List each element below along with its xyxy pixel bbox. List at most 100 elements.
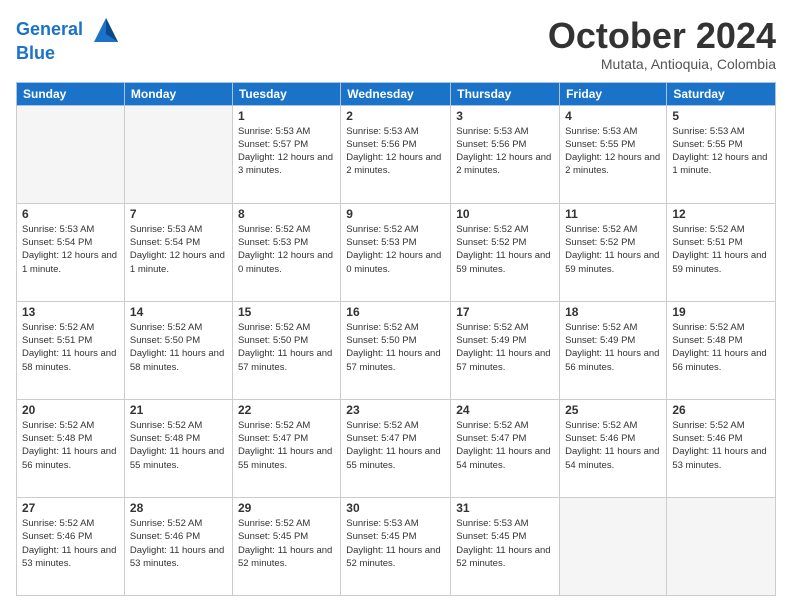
day-info: Sunrise: 5:52 AM Sunset: 5:50 PM Dayligh… [238,321,335,374]
calendar-cell: 31 Sunrise: 5:53 AM Sunset: 5:45 PM Dayli… [451,497,560,595]
col-wednesday: Wednesday [341,82,451,105]
calendar-cell: 19 Sunrise: 5:52 AM Sunset: 5:48 PM Dayli… [667,301,776,399]
day-info: Sunrise: 5:52 AM Sunset: 5:47 PM Dayligh… [238,419,335,472]
calendar-cell: 13Sunrise: 5:52 AM Sunset: 5:51 PM Dayli… [17,301,125,399]
logo: General Blue [16,16,120,64]
day-info: Sunrise: 5:52 AM Sunset: 5:46 PM Dayligh… [22,517,119,570]
day-number: 24 [456,403,554,417]
col-sunday: Sunday [17,82,125,105]
day-number: 30 [346,501,445,515]
day-number: 27 [22,501,119,515]
calendar-cell: 10Sunrise: 5:52 AM Sunset: 5:52 PM Dayli… [451,203,560,301]
day-info: Sunrise: 5:53 AM Sunset: 5:54 PM Dayligh… [130,223,227,276]
calendar-cell: 24 Sunrise: 5:52 AM Sunset: 5:47 PM Dayli… [451,399,560,497]
calendar-cell: 3Sunrise: 5:53 AM Sunset: 5:56 PM Daylig… [451,105,560,203]
day-info: Sunrise: 5:53 AM Sunset: 5:54 PM Dayligh… [22,223,119,276]
calendar-cell: 7 Sunrise: 5:53 AM Sunset: 5:54 PM Daylig… [124,203,232,301]
day-info: Sunrise: 5:52 AM Sunset: 5:52 PM Dayligh… [565,223,661,276]
calendar-cell: 12Sunrise: 5:52 AM Sunset: 5:51 PM Dayli… [667,203,776,301]
day-number: 26 [672,403,770,417]
day-number: 22 [238,403,335,417]
calendar-cell [124,105,232,203]
calendar-week-row: 13Sunrise: 5:52 AM Sunset: 5:51 PM Dayli… [17,301,776,399]
day-number: 7 [130,207,227,221]
day-info: Sunrise: 5:53 AM Sunset: 5:55 PM Dayligh… [672,125,770,178]
day-number: 16 [346,305,445,319]
day-number: 2 [346,109,445,123]
calendar-week-row: 27 Sunrise: 5:52 AM Sunset: 5:46 PM Dayli… [17,497,776,595]
calendar-cell: 27 Sunrise: 5:52 AM Sunset: 5:46 PM Dayli… [17,497,125,595]
day-info: Sunrise: 5:52 AM Sunset: 5:50 PM Dayligh… [346,321,445,374]
day-info: Sunrise: 5:53 AM Sunset: 5:45 PM Dayligh… [346,517,445,570]
calendar-week-row: 1Sunrise: 5:53 AM Sunset: 5:57 PM Daylig… [17,105,776,203]
day-info: Sunrise: 5:52 AM Sunset: 5:47 PM Dayligh… [346,419,445,472]
day-number: 28 [130,501,227,515]
calendar-cell: 30 Sunrise: 5:53 AM Sunset: 5:45 PM Dayli… [341,497,451,595]
day-info: Sunrise: 5:52 AM Sunset: 5:47 PM Dayligh… [456,419,554,472]
calendar-cell: 6 Sunrise: 5:53 AM Sunset: 5:54 PM Daylig… [17,203,125,301]
col-friday: Friday [560,82,667,105]
day-info: Sunrise: 5:52 AM Sunset: 5:46 PM Dayligh… [130,517,227,570]
title-block: October 2024 Mutata, Antioquia, Colombia [548,16,776,72]
calendar-cell: 8 Sunrise: 5:52 AM Sunset: 5:53 PM Daylig… [232,203,340,301]
day-number: 14 [130,305,227,319]
calendar-cell: 15 Sunrise: 5:52 AM Sunset: 5:50 PM Dayli… [232,301,340,399]
day-info: Sunrise: 5:53 AM Sunset: 5:56 PM Dayligh… [346,125,445,178]
col-tuesday: Tuesday [232,82,340,105]
calendar-cell: 16 Sunrise: 5:52 AM Sunset: 5:50 PM Dayli… [341,301,451,399]
calendar-cell: 2 Sunrise: 5:53 AM Sunset: 5:56 PM Daylig… [341,105,451,203]
calendar-cell [17,105,125,203]
calendar-cell: 28 Sunrise: 5:52 AM Sunset: 5:46 PM Dayli… [124,497,232,595]
day-info: Sunrise: 5:52 AM Sunset: 5:50 PM Dayligh… [130,321,227,374]
day-number: 13 [22,305,119,319]
logo-text: General [16,16,120,44]
day-number: 3 [456,109,554,123]
calendar-cell: 26 Sunrise: 5:52 AM Sunset: 5:46 PM Dayli… [667,399,776,497]
calendar-cell [560,497,667,595]
day-info: Sunrise: 5:52 AM Sunset: 5:49 PM Dayligh… [456,321,554,374]
calendar-cell: 9Sunrise: 5:52 AM Sunset: 5:53 PM Daylig… [341,203,451,301]
calendar-cell: 21 Sunrise: 5:52 AM Sunset: 5:48 PM Dayli… [124,399,232,497]
col-thursday: Thursday [451,82,560,105]
day-number: 6 [22,207,119,221]
day-info: Sunrise: 5:52 AM Sunset: 5:45 PM Dayligh… [238,517,335,570]
calendar-header-row: Sunday Monday Tuesday Wednesday Thursday… [17,82,776,105]
day-number: 17 [456,305,554,319]
header: General Blue October 2024 Mutata, Antioq… [16,16,776,72]
calendar-cell: 17 Sunrise: 5:52 AM Sunset: 5:49 PM Dayli… [451,301,560,399]
day-info: Sunrise: 5:52 AM Sunset: 5:46 PM Dayligh… [672,419,770,472]
calendar-cell: 14 Sunrise: 5:52 AM Sunset: 5:50 PM Dayli… [124,301,232,399]
calendar-cell: 22 Sunrise: 5:52 AM Sunset: 5:47 PM Dayli… [232,399,340,497]
calendar-cell: 29Sunrise: 5:52 AM Sunset: 5:45 PM Dayli… [232,497,340,595]
calendar-cell: 20 Sunrise: 5:52 AM Sunset: 5:48 PM Dayli… [17,399,125,497]
day-number: 18 [565,305,661,319]
day-info: Sunrise: 5:52 AM Sunset: 5:53 PM Dayligh… [238,223,335,276]
calendar-week-row: 6 Sunrise: 5:53 AM Sunset: 5:54 PM Daylig… [17,203,776,301]
day-info: Sunrise: 5:52 AM Sunset: 5:48 PM Dayligh… [22,419,119,472]
location-subtitle: Mutata, Antioquia, Colombia [548,56,776,72]
day-number: 1 [238,109,335,123]
calendar-cell: 1Sunrise: 5:53 AM Sunset: 5:57 PM Daylig… [232,105,340,203]
day-number: 12 [672,207,770,221]
day-number: 31 [456,501,554,515]
day-number: 11 [565,207,661,221]
month-title: October 2024 [548,16,776,56]
day-number: 15 [238,305,335,319]
day-number: 20 [22,403,119,417]
logo-blue: Blue [16,44,120,64]
day-info: Sunrise: 5:52 AM Sunset: 5:48 PM Dayligh… [130,419,227,472]
day-number: 8 [238,207,335,221]
day-info: Sunrise: 5:52 AM Sunset: 5:52 PM Dayligh… [456,223,554,276]
day-info: Sunrise: 5:52 AM Sunset: 5:48 PM Dayligh… [672,321,770,374]
day-info: Sunrise: 5:53 AM Sunset: 5:55 PM Dayligh… [565,125,661,178]
col-monday: Monday [124,82,232,105]
calendar-cell: 18Sunrise: 5:52 AM Sunset: 5:49 PM Dayli… [560,301,667,399]
calendar-cell: 4Sunrise: 5:53 AM Sunset: 5:55 PM Daylig… [560,105,667,203]
day-number: 21 [130,403,227,417]
page: General Blue October 2024 Mutata, Antioq… [0,0,792,612]
calendar-table: Sunday Monday Tuesday Wednesday Thursday… [16,82,776,596]
day-info: Sunrise: 5:53 AM Sunset: 5:45 PM Dayligh… [456,517,554,570]
calendar-cell: 11 Sunrise: 5:52 AM Sunset: 5:52 PM Dayli… [560,203,667,301]
day-info: Sunrise: 5:52 AM Sunset: 5:46 PM Dayligh… [565,419,661,472]
day-number: 19 [672,305,770,319]
